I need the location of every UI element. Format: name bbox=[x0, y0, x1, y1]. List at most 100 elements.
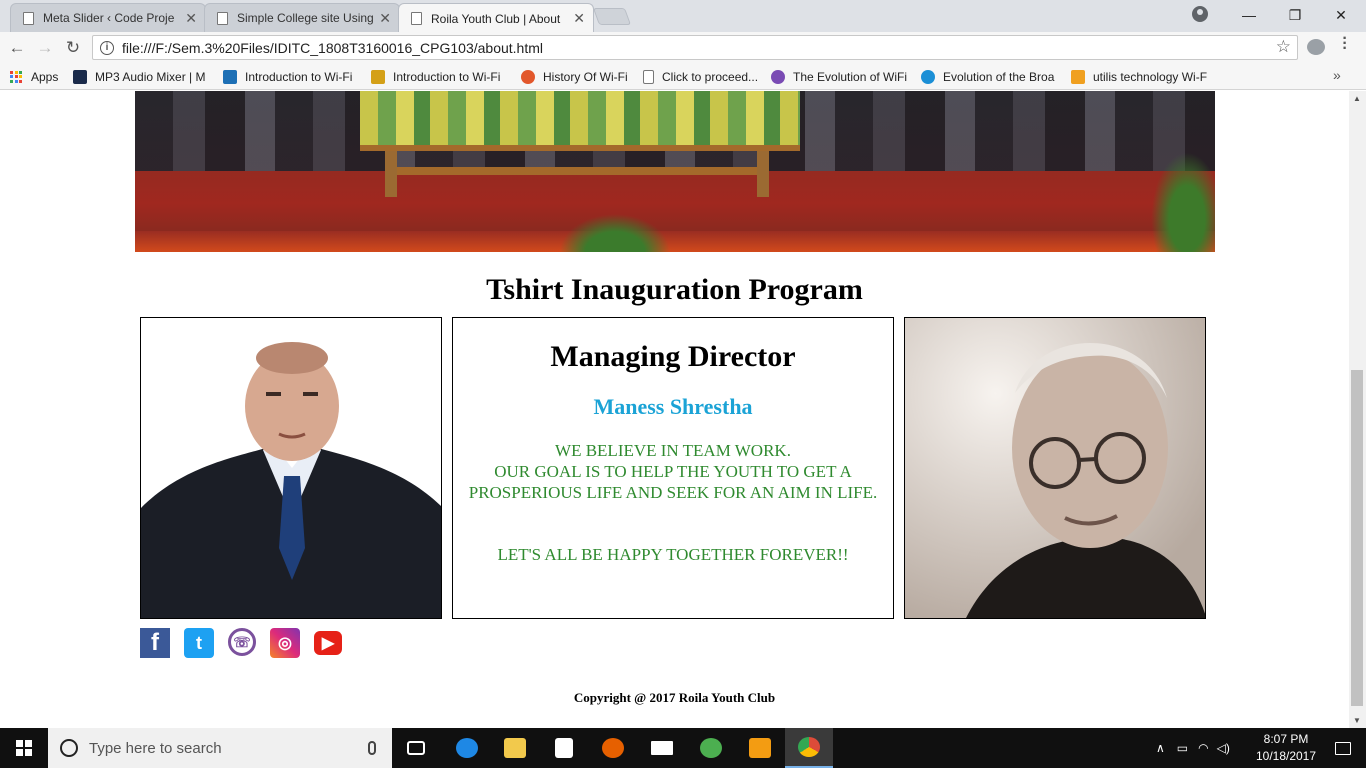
wifi-site-icon-2 bbox=[371, 69, 385, 84]
menu-dots-icon[interactable]: · · · bbox=[1340, 31, 1350, 57]
taskbar-search[interactable]: Type here to search bbox=[48, 728, 392, 768]
start-button[interactable] bbox=[0, 728, 48, 768]
bookmark-label: Introduction to Wi-Fi bbox=[393, 69, 501, 84]
clock-date: 10/18/2017 bbox=[1255, 749, 1317, 763]
maximize-button[interactable]: ❐ bbox=[1272, 0, 1318, 30]
clock-time: 8:07 PM bbox=[1263, 732, 1309, 746]
page-icon bbox=[643, 69, 654, 84]
bookmark-label: MP3 Audio Mixer | M bbox=[95, 69, 206, 84]
back-arrow-icon[interactable]: ← bbox=[6, 37, 28, 59]
minimize-button[interactable]: — bbox=[1226, 0, 1272, 30]
bookmark-click-proceed[interactable]: Click to proceed... bbox=[643, 68, 763, 85]
managing-director-card: Managing Director Maness Shrestha WE BEL… bbox=[452, 317, 894, 619]
message-line: WE BELIEVE IN TEAM WORK. bbox=[555, 441, 791, 460]
microphone-icon[interactable] bbox=[368, 741, 376, 755]
tab-roila-about[interactable]: Roila Youth Club | About ✕ bbox=[398, 3, 594, 33]
broadband-icon bbox=[921, 69, 935, 84]
tab-meta-slider[interactable]: Meta Slider ‹ Code Proje ✕ bbox=[10, 3, 206, 32]
founder-photo bbox=[904, 317, 1206, 619]
social-links: f t ☏ ◎ ▶ bbox=[140, 628, 356, 658]
instagram-icon[interactable]: ◎ bbox=[270, 628, 300, 658]
event-banner-image bbox=[135, 91, 1215, 252]
message-line: OUR GOAL IS TO HELP THE YOUTH TO GET A P… bbox=[468, 462, 878, 502]
browser-toolbar: ← → ↻ i file:///F:/Sem.3%20Files/IDITC_1… bbox=[0, 32, 1366, 63]
profile-icon[interactable] bbox=[1192, 6, 1208, 22]
reload-icon[interactable]: ↻ bbox=[62, 37, 84, 59]
scroll-up-arrow-icon[interactable]: ▲ bbox=[1353, 94, 1361, 103]
apps-grid-icon bbox=[10, 70, 22, 83]
bookmark-mp3-mixer[interactable]: MP3 Audio Mixer | M bbox=[73, 68, 211, 85]
tab-title: Simple College site Using bbox=[237, 11, 374, 25]
copyright-footer: Copyright @ 2017 Roila Youth Club bbox=[573, 690, 776, 705]
battery-icon[interactable]: ▭ bbox=[1177, 741, 1188, 755]
page-icon bbox=[23, 11, 34, 25]
file-explorer-icon[interactable] bbox=[491, 728, 539, 768]
audio-mixer-icon bbox=[73, 69, 87, 84]
utorrent-icon[interactable] bbox=[687, 728, 735, 768]
chrome-icon[interactable] bbox=[785, 728, 833, 768]
window-close-button[interactable]: ✕ bbox=[1318, 0, 1364, 30]
wifi-icon[interactable]: ◠ bbox=[1198, 741, 1208, 755]
forward-arrow-icon[interactable]: → bbox=[34, 37, 56, 59]
bookmarks-overflow-icon[interactable]: » bbox=[1333, 67, 1341, 83]
media-player-icon[interactable] bbox=[736, 728, 784, 768]
wifi-evolution-icon bbox=[771, 69, 785, 84]
scroll-down-arrow-icon[interactable]: ▼ bbox=[1353, 716, 1361, 725]
bookmark-evolution-wifi[interactable]: The Evolution of WiFi bbox=[771, 68, 911, 85]
edge-icon[interactable] bbox=[443, 728, 491, 768]
close-icon[interactable]: ✕ bbox=[185, 10, 197, 27]
bookmarks-bar: Apps MP3 Audio Mixer | M Introduction to… bbox=[0, 63, 1366, 90]
taskbar-clock[interactable]: 8:07 PM 10/18/2017 bbox=[1250, 731, 1322, 765]
bookmark-label: Click to proceed... bbox=[662, 69, 759, 84]
tray-chevron-icon[interactable]: ∧ bbox=[1156, 741, 1165, 755]
star-icon[interactable]: ☆ bbox=[1276, 37, 1291, 57]
bookmark-label: Evolution of the Broa bbox=[943, 69, 1055, 84]
director-heading: Managing Director bbox=[550, 340, 796, 373]
closing-message: LET'S ALL BE HAPPY TOGETHER FOREVER!! bbox=[497, 545, 849, 564]
bookmark-intro-wifi-1[interactable]: Introduction to Wi-Fi bbox=[223, 68, 361, 85]
facebook-icon[interactable]: f bbox=[140, 628, 170, 658]
close-icon[interactable]: ✕ bbox=[379, 10, 391, 27]
program-title: Tshirt Inauguration Program bbox=[486, 273, 863, 306]
close-icon[interactable]: ✕ bbox=[573, 10, 585, 27]
director-photo bbox=[140, 317, 442, 619]
tab-title: Roila Youth Club | About bbox=[431, 11, 561, 26]
history-icon bbox=[521, 69, 535, 84]
viber-icon[interactable]: ☏ bbox=[228, 628, 256, 656]
windows-taskbar: Type here to search ∧ ▭ ◠ ◁) 8:07 PM 10/… bbox=[0, 728, 1366, 768]
url-text[interactable]: file:///F:/Sem.3%20Files/IDITC_1808T3160… bbox=[122, 40, 543, 56]
scroll-thumb[interactable] bbox=[1351, 370, 1363, 706]
bookmark-intro-wifi-2[interactable]: Introduction to Wi-Fi bbox=[371, 68, 509, 85]
volume-icon[interactable]: ◁) bbox=[1217, 741, 1230, 755]
bookmark-label: utilis technology Wi-F bbox=[1093, 69, 1208, 84]
bookmark-label: Apps bbox=[31, 69, 59, 84]
youtube-icon[interactable]: ▶ bbox=[314, 631, 342, 655]
system-tray: ∧ ▭ ◠ ◁) bbox=[1156, 728, 1230, 768]
address-bar[interactable]: i file:///F:/Sem.3%20Files/IDITC_1808T31… bbox=[92, 35, 1298, 60]
director-name: Maness Shrestha bbox=[593, 394, 753, 419]
director-message: WE BELIEVE IN TEAM WORK. OUR GOAL IS TO … bbox=[453, 440, 893, 503]
task-view-icon[interactable] bbox=[392, 728, 440, 768]
info-icon[interactable]: i bbox=[100, 40, 114, 55]
search-placeholder: Type here to search bbox=[89, 739, 222, 757]
bookmark-apps[interactable]: Apps bbox=[10, 68, 70, 85]
mail-icon[interactable] bbox=[638, 728, 686, 768]
bookmark-label: Introduction to Wi-Fi bbox=[245, 69, 353, 84]
new-tab-button[interactable] bbox=[592, 8, 632, 25]
firefox-icon[interactable] bbox=[589, 728, 637, 768]
bookmark-evolution-broadband[interactable]: Evolution of the Broa bbox=[921, 68, 1061, 85]
cortana-icon bbox=[60, 739, 78, 757]
twitter-icon[interactable]: t bbox=[184, 628, 214, 658]
store-icon[interactable] bbox=[540, 728, 588, 768]
bookmark-utilis[interactable]: utilis technology Wi-F bbox=[1071, 68, 1211, 85]
page-scrollbar[interactable]: ▲ ▼ bbox=[1349, 91, 1366, 728]
bookmark-history-wifi[interactable]: History Of Wi-Fi bbox=[521, 68, 633, 85]
page-viewport: Tshirt Inauguration Program Managing Dir… bbox=[0, 91, 1349, 728]
tab-simple-college[interactable]: Simple College site Using ✕ bbox=[204, 3, 400, 32]
windows-logo-icon bbox=[16, 740, 32, 756]
bookmark-label: History Of Wi-Fi bbox=[543, 69, 628, 84]
notification-center-icon[interactable] bbox=[1320, 728, 1366, 768]
extension-icon[interactable] bbox=[1307, 39, 1325, 55]
bookmark-label: The Evolution of WiFi bbox=[793, 69, 908, 84]
tab-title: Meta Slider ‹ Code Proje bbox=[43, 11, 175, 25]
